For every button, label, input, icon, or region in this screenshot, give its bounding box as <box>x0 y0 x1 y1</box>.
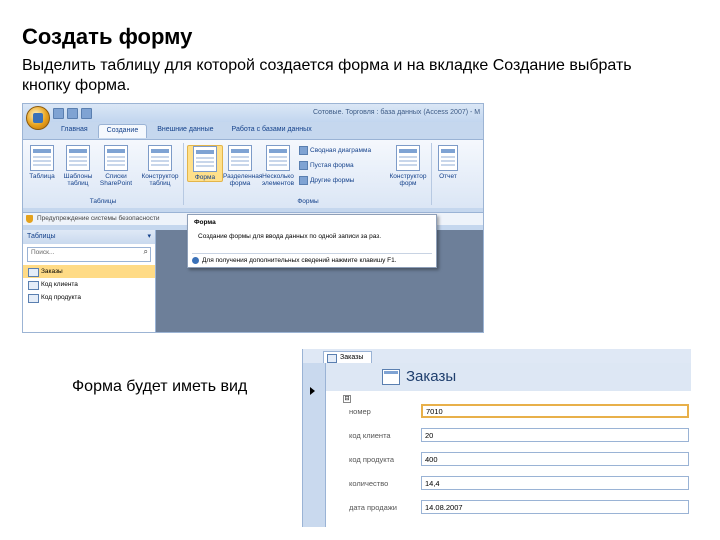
field-input-product-code[interactable]: 400 <box>421 452 689 466</box>
blank-form-icon <box>299 161 308 170</box>
pivot-chart-button[interactable]: Сводная диаграмма <box>299 146 371 155</box>
tab-external-data[interactable]: Внешние данные <box>149 124 221 138</box>
navigation-pane: Таблицы ▾ Поиск... ⌕ Заказы Код клиента … <box>23 230 156 332</box>
field-label: код продукта <box>349 455 395 464</box>
nav-pane-header[interactable]: Таблицы ▾ <box>23 230 155 244</box>
save-icon[interactable] <box>53 108 64 119</box>
ribbon: Таблица Шаблоны таблиц Списки SharePoint… <box>23 139 483 208</box>
tooltip-help: Для получения дополнительных сведений на… <box>192 253 432 264</box>
chevron-down-icon[interactable]: ▾ <box>147 232 151 240</box>
field-label: дата продажи <box>349 503 397 512</box>
sharepoint-lists-button[interactable]: Списки SharePoint <box>99 145 133 187</box>
ribbon-group-tables: Таблица Шаблоны таблиц Списки SharePoint… <box>23 143 184 205</box>
ribbon-group-caption-tables: Таблицы <box>89 198 117 205</box>
quick-access-toolbar <box>53 108 109 119</box>
window-title: Сотовые. Торговля : база данных (Access … <box>313 109 481 116</box>
table-design-button[interactable]: Конструктор таблиц <box>139 145 181 187</box>
help-icon <box>192 257 199 264</box>
field-input-quantity[interactable]: 14,4 <box>421 476 689 490</box>
form-view-screenshot: Заказы Заказы ⊟ номер 7010 код клиента 2… <box>302 349 691 527</box>
table-button[interactable]: Таблица <box>25 145 59 180</box>
multiple-items-icon <box>266 145 290 171</box>
field-input-sale-date[interactable]: 14.08.2007 <box>421 500 689 514</box>
collapse-icon[interactable]: ⊟ <box>343 395 351 403</box>
office-logo-icon[interactable] <box>26 106 50 130</box>
form-design-icon <box>396 145 420 171</box>
window-titlebar: Сотовые. Торговля : база данных (Access … <box>23 104 483 122</box>
sharepoint-icon <box>104 145 128 171</box>
search-icon[interactable]: ⌕ <box>144 247 148 257</box>
blank-form-button[interactable]: Пустая форма <box>299 161 354 170</box>
access-window-screenshot: Сотовые. Торговля : база данных (Access … <box>22 103 484 333</box>
table-templates-icon <box>66 145 90 171</box>
report-icon <box>438 145 458 171</box>
form-icon <box>193 146 217 172</box>
tooltip-title: Форма <box>194 219 216 226</box>
table-templates-button[interactable]: Шаблоны таблиц <box>61 145 95 187</box>
slide-description: Выделить таблицу для которой создается ф… <box>22 57 632 94</box>
form-design-button[interactable]: Конструктор форм <box>387 145 429 187</box>
field-input-number[interactable]: 7010 <box>421 404 689 418</box>
field-label: количество <box>349 479 389 488</box>
more-forms-button[interactable]: Другие формы <box>299 176 354 185</box>
report-button[interactable]: Отчет <box>435 145 461 180</box>
pivot-chart-icon <box>299 146 308 155</box>
multiple-items-button[interactable]: Несколько элементов <box>259 145 297 187</box>
slide-title: Создать форму <box>22 24 193 49</box>
table-icon <box>30 145 54 171</box>
split-form-button[interactable]: Разделенная форма <box>223 145 262 187</box>
document-tab-strip: Заказы <box>303 349 691 364</box>
record-selector[interactable] <box>303 363 326 527</box>
ribbon-group-caption-forms: Формы <box>297 198 319 205</box>
nav-item-client-code[interactable]: Код клиента <box>23 278 155 291</box>
ribbon-group-reports: Отчет <box>433 143 483 205</box>
security-warning-text: Предупреждение системы безопасности <box>37 215 160 222</box>
split-form-icon <box>228 145 252 171</box>
form-header: Заказы <box>326 363 691 391</box>
nav-search-input[interactable]: Поиск... ⌕ <box>27 247 151 262</box>
form-title: Заказы <box>406 368 457 385</box>
more-forms-icon <box>299 176 308 185</box>
tooltip-body: Создание формы для ввода данных по одной… <box>198 233 382 240</box>
shield-icon <box>26 215 33 223</box>
form-icon <box>382 369 400 385</box>
table-design-icon <box>148 145 172 171</box>
tab-create[interactable]: Создание <box>97 124 148 138</box>
field-label: номер <box>349 407 371 416</box>
field-label: код клиента <box>349 431 391 440</box>
ribbon-group-forms: Форма Разделенная форма Несколько элемен… <box>185 143 432 205</box>
tab-database-tools[interactable]: Работа с базами данных <box>224 124 320 138</box>
nav-item-orders[interactable]: Заказы <box>23 265 155 278</box>
form-caption: Форма будет иметь вид <box>72 378 248 395</box>
field-input-client-code[interactable]: 20 <box>421 428 689 442</box>
form-button[interactable]: Форма <box>187 145 223 182</box>
form-button-tooltip: Форма Создание формы для ввода данных по… <box>187 214 437 268</box>
ribbon-tabs: Главная Создание Внешние данные Работа с… <box>53 124 320 138</box>
undo-icon[interactable] <box>67 108 78 119</box>
nav-item-product-code[interactable]: Код продукта <box>23 291 155 304</box>
tab-home[interactable]: Главная <box>53 124 96 138</box>
redo-icon[interactable] <box>81 108 92 119</box>
triangle-right-icon <box>310 387 315 395</box>
